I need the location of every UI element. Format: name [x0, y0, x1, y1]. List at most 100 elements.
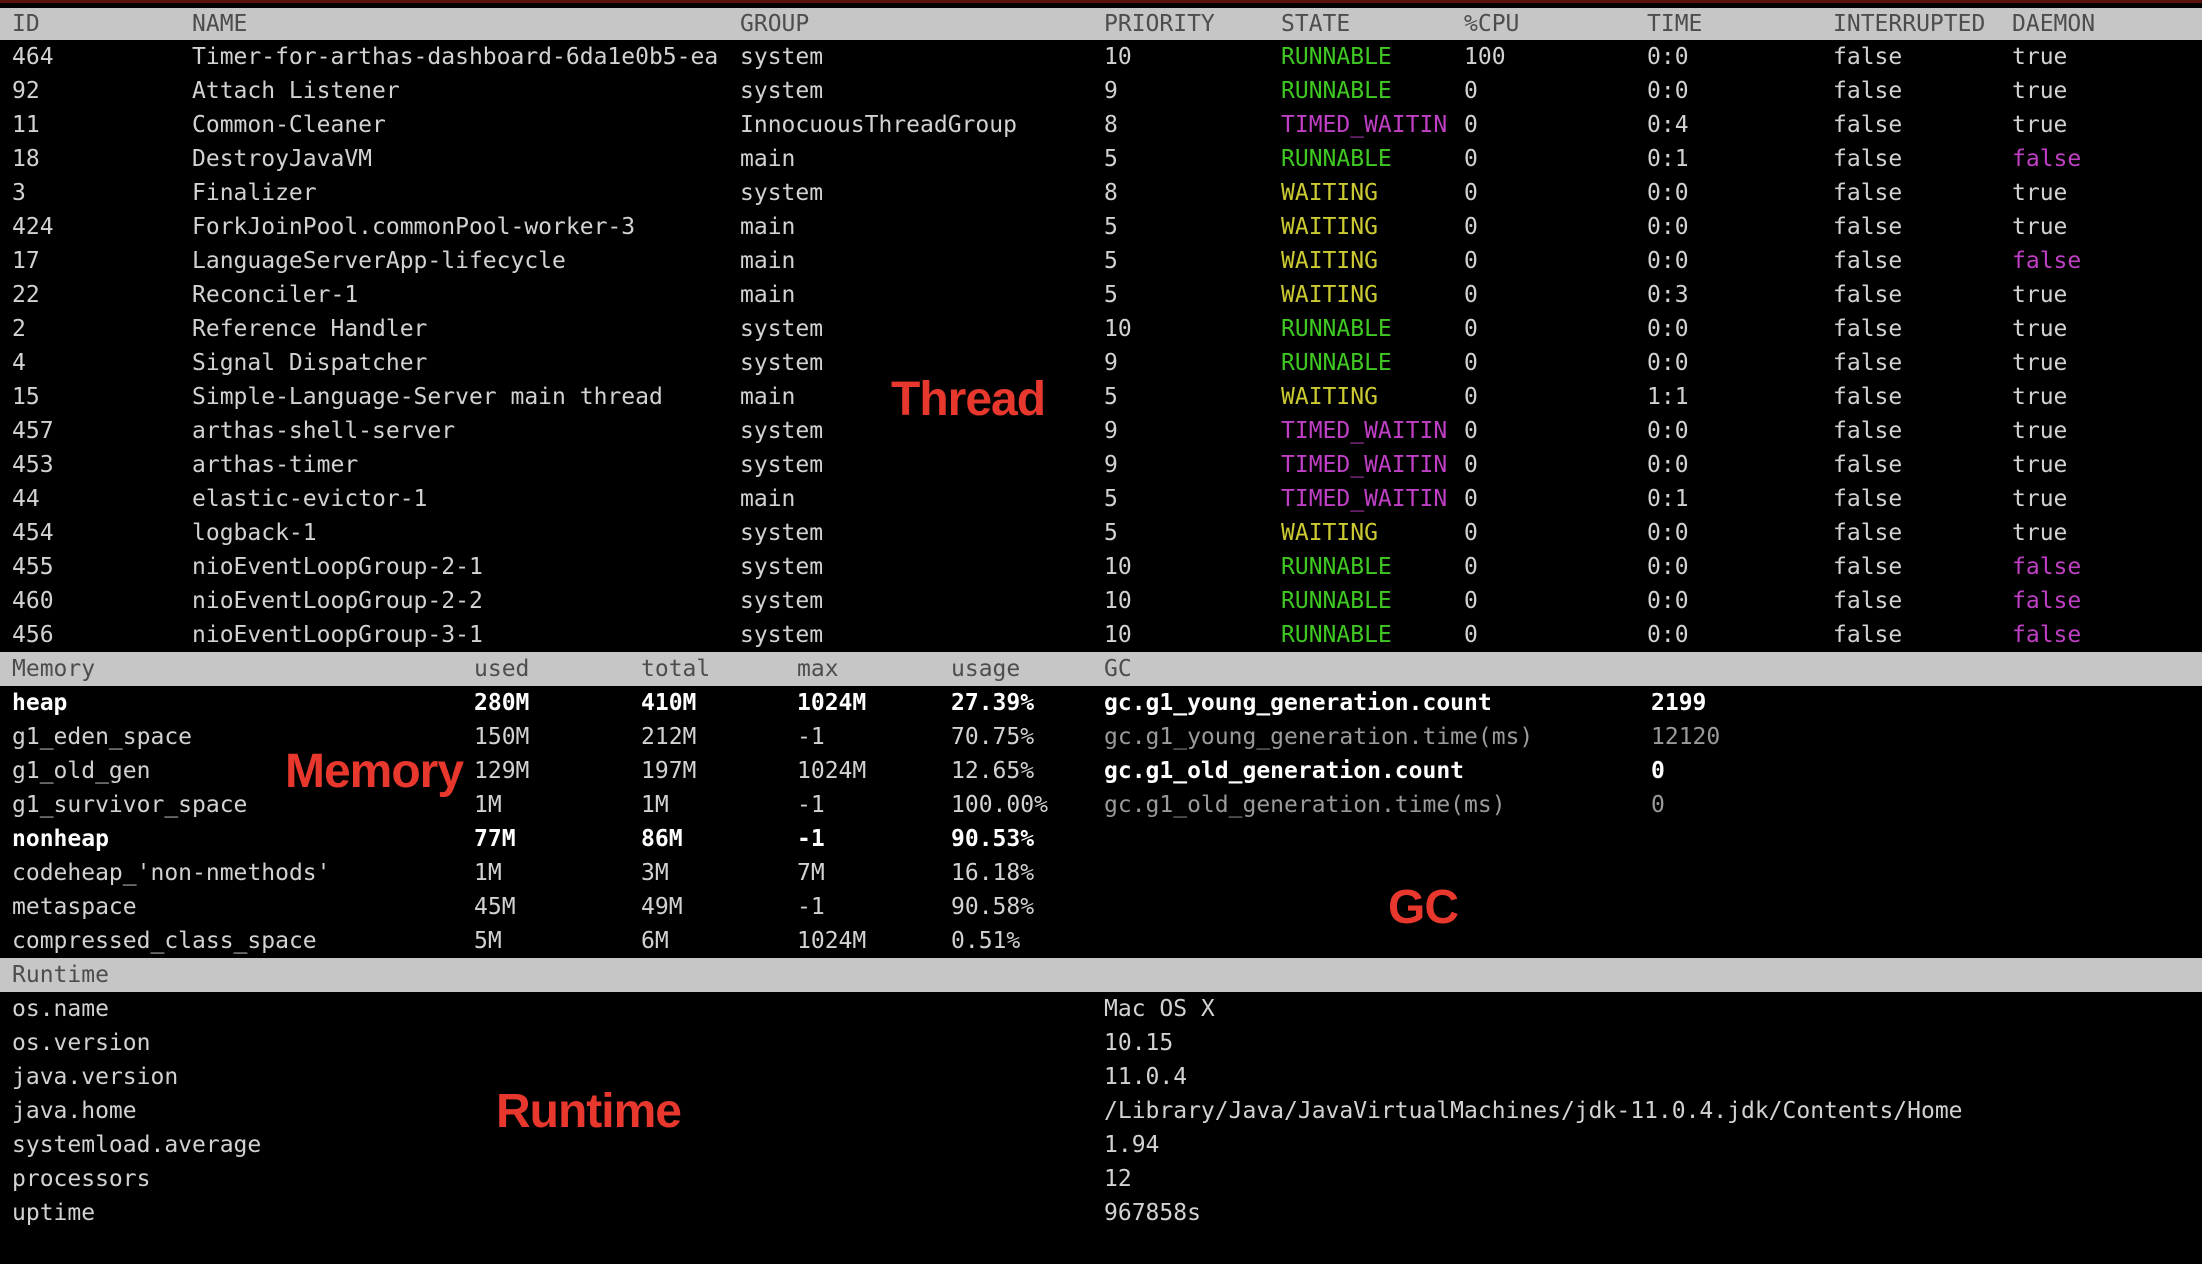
thread-state-cell: TIMED_WAITIN — [1281, 418, 1448, 444]
thread-group-cell: system — [740, 622, 824, 648]
thread-id-cell: 3 — [12, 180, 26, 206]
thread-priority-cell: 5 — [1104, 384, 1118, 410]
gc-value-cell: 0 — [1651, 792, 1665, 818]
thread-priority-cell: 9 — [1104, 418, 1118, 444]
thread-cpu-cell: 0 — [1464, 588, 1478, 614]
thread-daemon-cell: true — [2012, 78, 2068, 104]
thread-daemon-cell: true — [2012, 520, 2068, 546]
annotation-thread: Thread — [891, 373, 1046, 426]
thread-group-cell: system — [740, 520, 824, 546]
thread-header-priority: PRIORITY — [1104, 11, 1215, 37]
memory-name-cell: nonheap — [12, 826, 109, 852]
thread-name-cell: LanguageServerApp-lifecycle — [192, 248, 566, 274]
memory-gc-header-bar: Memory used total max usage GC — [0, 652, 2202, 686]
thread-priority-cell: 5 — [1104, 486, 1118, 512]
memory-total-cell: 6M — [641, 928, 669, 954]
thread-header-group: GROUP — [740, 11, 810, 37]
thread-priority-cell: 9 — [1104, 350, 1118, 376]
memory-max-cell: -1 — [797, 826, 825, 852]
thread-interrupted-cell: false — [1833, 146, 1903, 172]
thread-time-cell: 0:0 — [1647, 78, 1689, 104]
thread-interrupted-cell: false — [1833, 418, 1903, 444]
thread-interrupted-cell: false — [1833, 316, 1903, 342]
thread-row: 464 Timer-for-arthas-dashboard-6da1e0b5-e… — [0, 40, 2202, 74]
thread-daemon-cell: true — [2012, 44, 2068, 70]
thread-state-cell: RUNNABLE — [1281, 78, 1392, 104]
thread-row: 460 nioEventLoopGroup-2-2 system 10 RUNNABLE… — [0, 584, 2202, 618]
thread-row: 18 DestroyJavaVM main 5 RUNNABLE 0 0:1 false fal… — [0, 142, 2202, 176]
thread-name-cell: nioEventLoopGroup-3-1 — [192, 622, 483, 648]
thread-daemon-cell: false — [2012, 588, 2082, 614]
thread-group-cell: main — [740, 248, 796, 274]
thread-name-cell: ForkJoinPool.commonPool-worker-3 — [192, 214, 636, 240]
memory-header-title: Memory — [12, 656, 96, 682]
thread-time-cell: 0:0 — [1647, 418, 1689, 444]
thread-group-cell: main — [740, 486, 796, 512]
annotation-gc: GC — [1388, 881, 1459, 934]
runtime-value-cell: 11.0.4 — [1104, 1064, 1188, 1090]
runtime-row: os.name Mac OS X — [0, 992, 2202, 1026]
thread-time-cell: 0:0 — [1647, 180, 1689, 206]
thread-group-cell: main — [740, 214, 796, 240]
thread-name-cell: nioEventLoopGroup-2-2 — [192, 588, 483, 614]
thread-group-cell: system — [740, 44, 824, 70]
thread-row: 92 Attach Listener system 9 RUNNABLE 0 0:0 fals… — [0, 74, 2202, 108]
thread-priority-cell: 10 — [1104, 44, 1132, 70]
thread-time-cell: 0:0 — [1647, 214, 1689, 240]
thread-priority-cell: 9 — [1104, 452, 1118, 478]
runtime-row: processors 12 — [0, 1162, 2202, 1196]
thread-cpu-cell: 0 — [1464, 282, 1478, 308]
thread-name-cell: logback-1 — [192, 520, 317, 546]
thread-id-cell: 454 — [12, 520, 54, 546]
thread-row: 17 LanguageServerApp-lifecycle main 5 WAITIN… — [0, 244, 2202, 278]
thread-row: 454 logback-1 system 5 WAITING 0 0:0 false true — [0, 516, 2202, 550]
thread-row: 456 nioEventLoopGroup-3-1 system 10 RUNNABLE… — [0, 618, 2202, 652]
thread-row: 22 Reconciler-1 main 5 WAITING 0 0:3 false true — [0, 278, 2202, 312]
thread-header-cpu: %CPU — [1464, 11, 1520, 37]
memory-usage-cell: 16.18% — [951, 860, 1035, 886]
thread-time-cell: 0:0 — [1647, 248, 1689, 274]
thread-priority-cell: 10 — [1104, 622, 1132, 648]
thread-group-cell: system — [740, 418, 824, 444]
gc-name-cell: gc.g1_old_generation.time(ms) — [1104, 792, 1506, 818]
thread-interrupted-cell: false — [1833, 622, 1903, 648]
annotation-memory: Memory — [285, 745, 464, 798]
thread-id-cell: 11 — [12, 112, 40, 138]
memory-used-cell: 77M — [474, 826, 516, 852]
thread-id-cell: 2 — [12, 316, 26, 342]
thread-state-cell: WAITING — [1281, 384, 1378, 410]
gc-name-cell: gc.g1_old_generation.count — [1104, 758, 1465, 784]
thread-state-cell: TIMED_WAITIN — [1281, 452, 1448, 478]
runtime-name-cell: os.name — [12, 996, 109, 1022]
thread-id-cell: 460 — [12, 588, 54, 614]
thread-header-id: ID — [12, 11, 40, 37]
memory-name-cell: codeheap_'non-nmethods' — [12, 860, 331, 886]
thread-cpu-cell: 0 — [1464, 316, 1478, 342]
gc-row: gc.g1_young_generation.count 2199 — [0, 686, 2202, 720]
thread-group-cell: system — [740, 350, 824, 376]
runtime-name-cell: java.version — [12, 1064, 179, 1090]
thread-interrupted-cell: false — [1833, 282, 1903, 308]
thread-cpu-cell: 0 — [1464, 214, 1478, 240]
runtime-name-cell: java.home — [12, 1098, 137, 1124]
thread-row: 44 elastic-evictor-1 main 5 TIMED_WAITIN 0 0:1… — [0, 482, 2202, 516]
thread-id-cell: 18 — [12, 146, 40, 172]
thread-row: 457 arthas-shell-server system 9 TIMED_WAITI… — [0, 414, 2202, 448]
thread-priority-cell: 9 — [1104, 78, 1118, 104]
thread-group-cell: system — [740, 78, 824, 104]
thread-group-cell: system — [740, 452, 824, 478]
memory-total-cell: 49M — [641, 894, 683, 920]
memory-header-total: total — [641, 656, 711, 682]
thread-header-state: STATE — [1281, 11, 1351, 37]
thread-cpu-cell: 0 — [1464, 146, 1478, 172]
thread-group-cell: main — [740, 282, 796, 308]
thread-cpu-cell: 0 — [1464, 384, 1478, 410]
thread-id-cell: 457 — [12, 418, 54, 444]
thread-priority-cell: 5 — [1104, 214, 1118, 240]
thread-time-cell: 0:0 — [1647, 350, 1689, 376]
memory-header-used: used — [474, 656, 530, 682]
thread-state-cell: WAITING — [1281, 520, 1378, 546]
thread-state-cell: RUNNABLE — [1281, 588, 1392, 614]
thread-interrupted-cell: false — [1833, 180, 1903, 206]
thread-state-cell: RUNNABLE — [1281, 44, 1392, 70]
